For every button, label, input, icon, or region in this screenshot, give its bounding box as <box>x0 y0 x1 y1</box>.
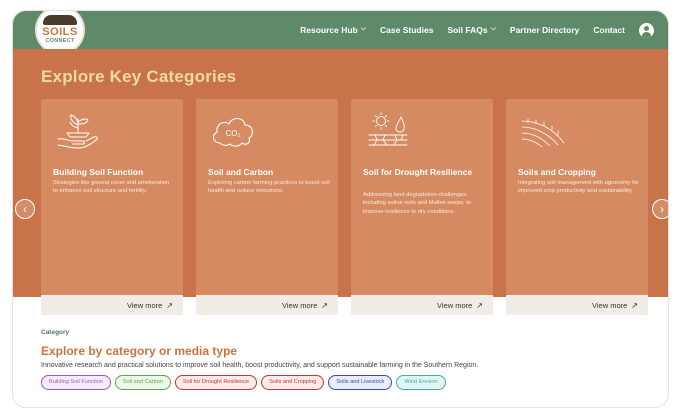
chevron-down-icon: ⌵ <box>490 25 496 32</box>
chevron-down-icon: ⌵ <box>360 25 367 32</box>
category-chip[interactable]: Soil and Carbon <box>114 375 171 390</box>
nav-item-partner-directory[interactable]: Partner Directory <box>510 25 579 35</box>
carousel-prev-button[interactable]: ‹ <box>15 199 35 219</box>
co2-cloud-icon: CO₂ <box>212 117 254 147</box>
arrow-up-right-icon: ↗ <box>321 300 328 310</box>
nav-item-soil-faqs[interactable]: Soil FAQs ⌵ <box>447 25 495 35</box>
card-title: Building Soil Function <box>53 167 144 177</box>
category-eyebrow-label: Category <box>41 329 70 336</box>
nav-item-label: Contact <box>593 25 625 35</box>
category-card-soil-for-drought-resilience[interactable]: Soil for Drought Resilience Addressing l… <box>351 99 493 295</box>
hands-plant-icon <box>57 114 98 149</box>
arrow-up-right-icon: ↗ <box>166 300 173 310</box>
chevron-left-icon: ‹ <box>23 202 27 216</box>
card-title: Soil for Drought Resilience <box>363 167 473 177</box>
category-chip[interactable]: Soils and Cropping <box>261 375 325 390</box>
nav-item-label: Resource Hub <box>300 25 358 35</box>
category-section-description: Innovative research and practical soluti… <box>41 362 479 369</box>
carousel-next-button[interactable]: › <box>652 199 668 219</box>
category-chip[interactable]: Soils and Livestock <box>328 375 393 390</box>
drought-sun-icon <box>368 112 408 146</box>
view-more-label: View more <box>127 300 163 310</box>
category-section-title: Explore by category or media type <box>41 344 238 358</box>
page-frame: SOILS CONNECT Resource Hub ⌵ Case Studie… <box>12 10 669 408</box>
view-more-button[interactable]: View more ↗ <box>506 295 648 315</box>
logo-figures-graphic <box>43 15 77 25</box>
top-navbar: SOILS CONNECT Resource Hub ⌵ Case Studie… <box>13 11 668 55</box>
arrow-up-right-icon: ↗ <box>631 300 638 310</box>
category-chip[interactable]: Soil for Drought Resilience <box>174 375 258 390</box>
card-description: Exploring carbon farming practices to bo… <box>208 180 330 195</box>
crop-rows-icon <box>521 118 565 148</box>
card-title: Soils and Cropping <box>518 167 596 177</box>
card-title: Soil and Carbon <box>208 167 274 177</box>
nav-item-label: Soil FAQs <box>447 25 488 35</box>
category-card-soil-and-carbon[interactable]: CO₂ Soil and Carbon Exploring carbon far… <box>196 99 338 295</box>
user-account-icon[interactable] <box>639 22 654 38</box>
logo-text-sub: CONNECT <box>45 38 75 44</box>
view-more-button[interactable]: View more ↗ <box>41 295 183 315</box>
card-description: Addressing land degradation challenges, … <box>363 192 471 215</box>
category-chip[interactable]: Building Soil Function <box>41 375 111 390</box>
nav-item-resource-hub[interactable]: Resource Hub ⌵ <box>300 25 366 35</box>
section-title: Explore Key Categories <box>41 67 237 86</box>
svg-text:CO₂: CO₂ <box>225 129 240 138</box>
nav-item-label: Case Studies <box>380 25 434 35</box>
card-description: Integrating soil management with agronom… <box>518 180 639 195</box>
view-more-label: View more <box>592 300 628 310</box>
view-more-button[interactable]: View more ↗ <box>196 295 338 315</box>
category-chip-list: Building Soil Function Soil and Carbon S… <box>41 375 446 390</box>
category-card-building-soil-function[interactable]: Building Soil Function Strategies like g… <box>41 99 183 295</box>
nav-links: Resource Hub ⌵ Case Studies Soil FAQs ⌵ … <box>300 11 654 49</box>
view-more-button[interactable]: View more ↗ <box>351 295 493 315</box>
nav-item-label: Partner Directory <box>509 25 580 35</box>
nav-item-contact[interactable]: Contact <box>593 25 625 35</box>
category-card-soils-and-cropping[interactable]: Soils and Cropping Integrating soil mana… <box>506 99 648 295</box>
arrow-up-right-icon: ↗ <box>476 300 483 310</box>
chevron-right-icon: › <box>660 202 664 216</box>
card-description: Strategies like ground cover and amelior… <box>53 180 170 195</box>
nav-item-case-studies[interactable]: Case Studies <box>380 25 433 35</box>
view-more-label: View more <box>437 300 473 310</box>
key-categories-section: Explore Key Categories Building Soil Fun… <box>13 49 668 315</box>
view-more-label: View more <box>282 300 318 310</box>
category-chip[interactable]: Wind Erosion <box>396 375 446 390</box>
logo-text-main: SOILS <box>42 26 78 38</box>
